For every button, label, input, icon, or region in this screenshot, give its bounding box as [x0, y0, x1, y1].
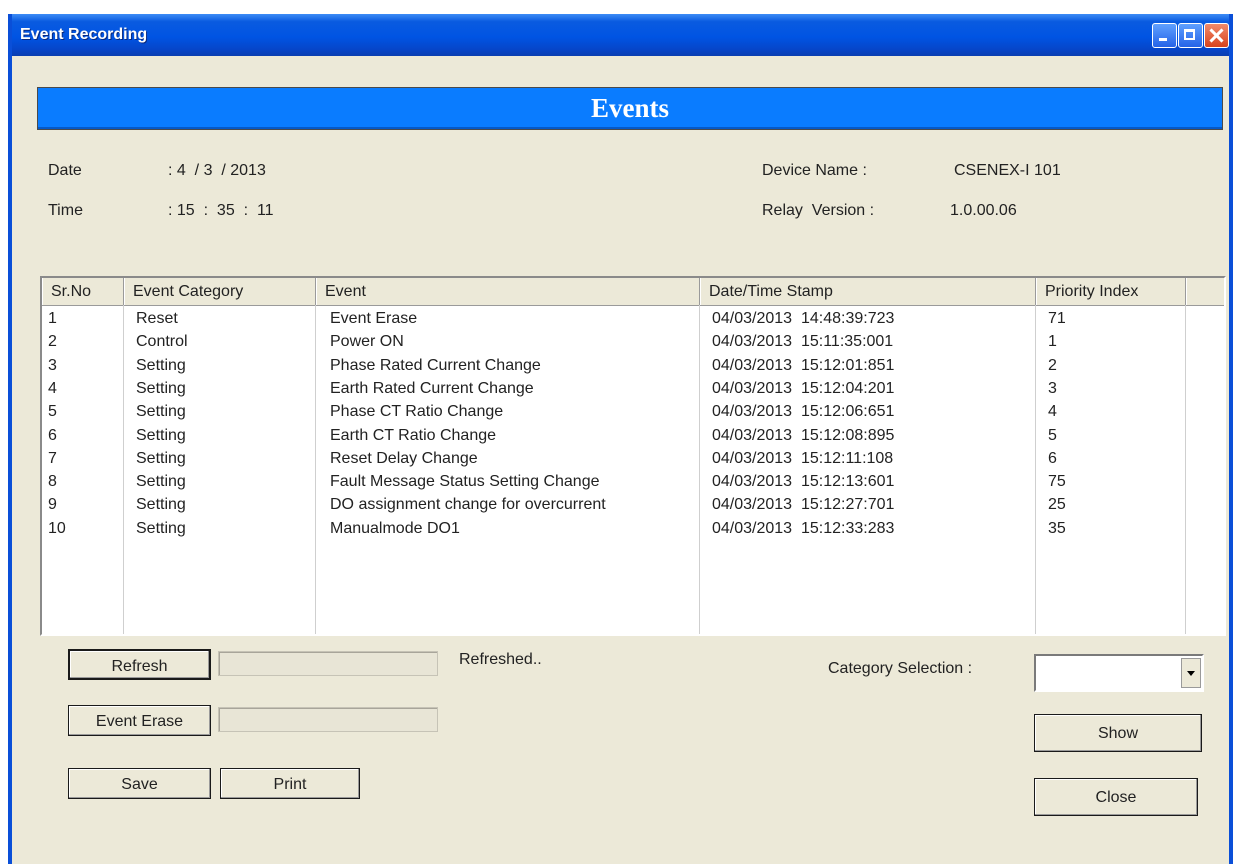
cell-event: Phase Rated Current Change — [330, 356, 541, 374]
cell-priority-index: 71 — [1048, 310, 1066, 327]
minimize-icon[interactable] — [1152, 23, 1177, 48]
cell-srno: 6 — [48, 426, 57, 444]
cell-event: Earth Rated Current Change — [330, 379, 534, 397]
cell-srno: 5 — [48, 403, 57, 421]
device-name-label: Device Name : — [762, 162, 867, 179]
table-row[interactable]: 4 Setting Earth Rated Current Change 04/03/… — [42, 377, 1224, 400]
cell-priority-index: 1 — [1048, 333, 1057, 351]
date-value: : 4 / 3 / 2013 — [168, 162, 266, 179]
time-value: : 15 : 35 : 11 — [168, 202, 274, 219]
table-row[interactable]: 10 Setting Manualmode DO1 04/03/2013 15:12:… — [42, 517, 1224, 540]
erase-progress-bar — [218, 707, 438, 732]
cell-priority-index: 5 — [1048, 426, 1057, 444]
window-title: Event Recording — [20, 26, 148, 43]
cell-datetime-stamp: 04/03/2013 15:12:04:201 — [712, 379, 895, 397]
cell-priority-index: 35 — [1048, 519, 1066, 537]
column-header-filler — [1186, 278, 1226, 305]
event-erase-button[interactable]: Event Erase — [68, 705, 211, 736]
table-row[interactable]: 1 Reset Event Erase 04/03/2013 14:48:39:723… — [42, 307, 1224, 330]
cell-priority-index: 3 — [1048, 379, 1057, 397]
column-header-srno[interactable]: Sr.No — [42, 278, 124, 305]
refresh-status-text: Refreshed.. — [459, 651, 542, 668]
cell-srno: 4 — [48, 379, 57, 397]
table-row[interactable]: 8 Setting Fault Message Status Setting Cha… — [42, 470, 1224, 493]
cell-event-category: Setting — [136, 426, 186, 444]
cell-datetime-stamp: 04/03/2013 15:11:35:001 — [712, 333, 894, 351]
cell-event-category: Setting — [136, 379, 186, 397]
cell-priority-index: 25 — [1048, 496, 1066, 514]
device-name-value: CSENEX-I 101 — [954, 162, 1061, 179]
table-row[interactable]: 5 Setting Phase CT Ratio Change 04/03/2013 … — [42, 400, 1224, 423]
relay-version-label: Relay Version : — [762, 202, 875, 219]
cell-event-category: Setting — [136, 449, 186, 467]
cell-event: Manualmode DO1 — [330, 519, 460, 537]
events-banner: Events — [37, 87, 1223, 130]
cell-event: Phase CT Ratio Change — [330, 403, 504, 421]
cell-srno: 9 — [48, 496, 57, 514]
cell-event: Reset Delay Change — [330, 449, 478, 467]
table-header: Sr.No Event Category Event Date/Time Sta… — [42, 278, 1224, 306]
cell-datetime-stamp: 04/03/2013 15:12:13:601 — [712, 473, 895, 491]
cell-event-category: Setting — [136, 519, 186, 537]
cell-priority-index: 75 — [1048, 473, 1066, 491]
column-header-event-category[interactable]: Event Category — [124, 278, 316, 305]
event-recording-window: Event Recording Events Date : 4 / 3 / 20… — [8, 14, 1233, 864]
cell-datetime-stamp: 04/03/2013 15:12:33:283 — [712, 519, 895, 537]
refresh-progress-bar — [218, 651, 438, 676]
table-row[interactable]: 2 Control Power ON 04/03/2013 15:11:35:001 1 — [42, 330, 1224, 353]
chevron-down-icon[interactable] — [1181, 658, 1201, 688]
cell-datetime-stamp: 04/03/2013 15:12:27:701 — [712, 496, 895, 514]
show-button[interactable]: Show — [1034, 714, 1202, 752]
table-row[interactable]: 6 Setting Earth CT Ratio Change 04/03/2013 … — [42, 424, 1224, 447]
cell-event-category: Control — [136, 333, 188, 351]
cell-event: Event Erase — [330, 310, 418, 327]
cell-datetime-stamp: 04/03/2013 15:12:08:895 — [712, 426, 895, 444]
cell-event-category: Setting — [136, 496, 186, 514]
cell-datetime-stamp: 04/03/2013 15:12:01:851 — [712, 356, 895, 374]
cell-datetime-stamp: 04/03/2013 15:12:06:651 — [712, 403, 895, 421]
column-header-priority-index[interactable]: Priority Index — [1036, 278, 1186, 305]
cell-srno: 8 — [48, 473, 57, 491]
save-button[interactable]: Save — [68, 768, 211, 799]
close-button[interactable]: Close — [1034, 778, 1198, 816]
table-row[interactable]: 3 Setting Phase Rated Current Change 04/03/… — [42, 354, 1224, 377]
cell-event-category: Reset — [136, 310, 178, 327]
column-header-event[interactable]: Event — [316, 278, 700, 305]
maximize-icon[interactable] — [1178, 23, 1203, 48]
close-icon[interactable] — [1204, 23, 1229, 48]
cell-srno: 3 — [48, 356, 57, 374]
cell-event: Fault Message Status Setting Change — [330, 473, 600, 491]
title-bar[interactable]: Event Recording — [12, 14, 1229, 56]
cell-srno: 2 — [48, 333, 57, 351]
category-selection-dropdown[interactable] — [1034, 654, 1204, 692]
date-label: Date — [48, 162, 82, 179]
cell-srno: 10 — [48, 519, 66, 537]
cell-priority-index: 2 — [1048, 356, 1057, 374]
cell-datetime-stamp: 04/03/2013 14:48:39:723 — [712, 310, 895, 327]
cell-event-category: Setting — [136, 473, 186, 491]
relay-version-value: 1.0.00.06 — [950, 202, 1017, 219]
print-button[interactable]: Print — [220, 768, 360, 799]
column-header-datetime-stamp[interactable]: Date/Time Stamp — [700, 278, 1036, 305]
cell-srno: 7 — [48, 449, 57, 467]
refresh-button[interactable]: Refresh — [68, 649, 211, 680]
cell-event: Earth CT Ratio Change — [330, 426, 497, 444]
cell-event-category: Setting — [136, 356, 186, 374]
cell-event-category: Setting — [136, 403, 186, 421]
time-label: Time — [48, 202, 83, 219]
cell-event: Power ON — [330, 333, 404, 351]
events-table[interactable]: Sr.No Event Category Event Date/Time Sta… — [40, 276, 1226, 636]
cell-datetime-stamp: 04/03/2013 15:12:11:108 — [712, 449, 894, 467]
cell-event: DO assignment change for overcurrent — [330, 496, 606, 514]
table-row[interactable]: 9 Setting DO assignment change for overcur… — [42, 493, 1224, 516]
cell-srno: 1 — [48, 310, 57, 327]
cell-priority-index: 4 — [1048, 403, 1057, 421]
cell-priority-index: 6 — [1048, 449, 1057, 467]
table-row[interactable]: 7 Setting Reset Delay Change 04/03/2013 15:… — [42, 447, 1224, 470]
category-selection-label: Category Selection : — [828, 660, 973, 677]
